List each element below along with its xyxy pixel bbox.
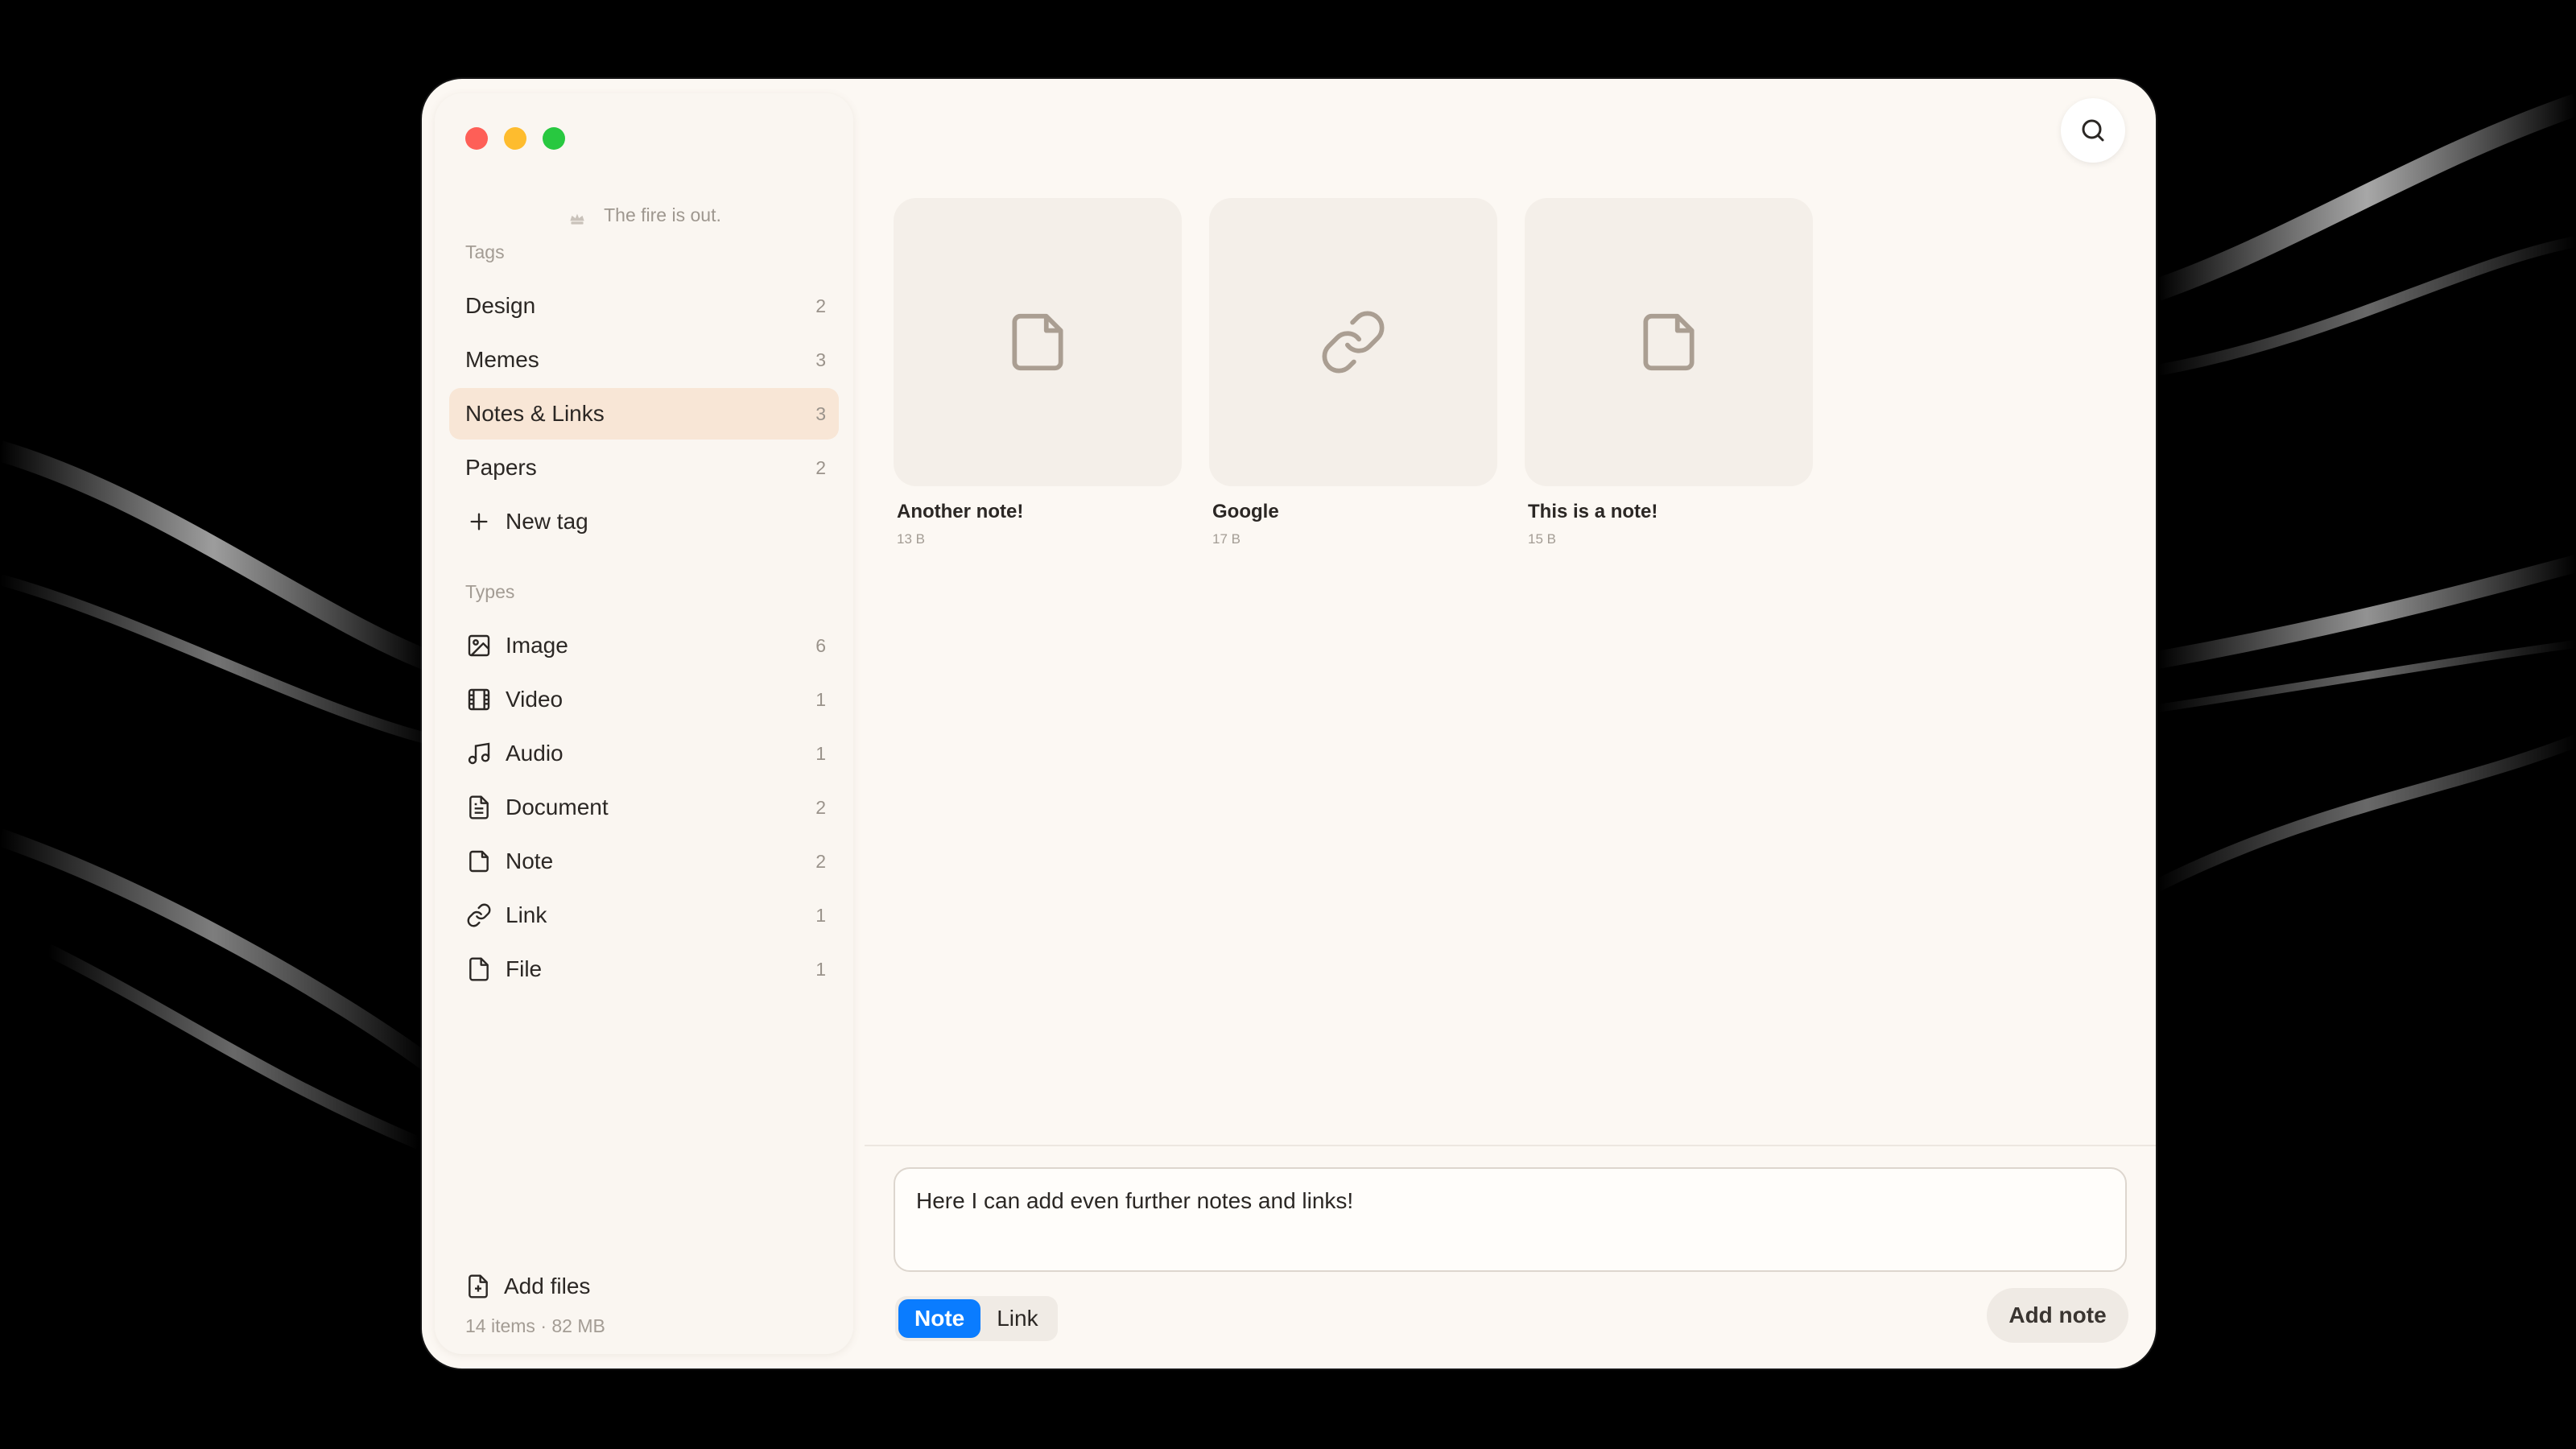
close-window-button[interactable] — [465, 127, 488, 150]
tag-item-memes[interactable]: Memes 3 — [449, 334, 839, 386]
new-tag-button[interactable]: New tag — [449, 496, 839, 547]
tag-label: Memes — [465, 347, 539, 372]
note-input[interactable]: Here I can add even further notes and li… — [894, 1167, 2127, 1272]
type-label: File — [506, 956, 543, 981]
new-tag-label: New tag — [506, 509, 588, 534]
mode-toggle: Note Link — [895, 1296, 1058, 1341]
note-icon — [1643, 313, 1695, 371]
library-stats: 14 items · 82 MB — [465, 1315, 605, 1336]
tag-item-design[interactable]: Design 2 — [449, 280, 839, 332]
type-label: Image — [506, 633, 568, 658]
tag-label: Papers — [465, 455, 537, 480]
tag-label: Design — [465, 293, 536, 318]
document-icon — [465, 794, 493, 821]
search-icon — [2082, 119, 2104, 142]
tag-label: Notes & Links — [465, 401, 605, 426]
mode-note-button[interactable]: Note — [898, 1299, 981, 1338]
item-card[interactable]: This is a note! 15 B — [1525, 198, 1813, 547]
fire-status: The fire is out. — [435, 204, 853, 228]
item-card[interactable]: Another note! 13 B — [894, 198, 1182, 547]
card-thumbnail — [1209, 198, 1497, 486]
type-count: 6 — [815, 634, 826, 656]
type-label: Video — [506, 687, 564, 712]
card-title: This is a note! — [1528, 501, 1658, 522]
add-files-label: Add files — [504, 1274, 591, 1298]
card-title: Google — [1212, 501, 1279, 522]
type-count: 2 — [815, 850, 826, 872]
card-size: 17 B — [1212, 531, 1241, 547]
type-item-image[interactable]: Image 6 — [449, 620, 839, 671]
type-count: 1 — [815, 904, 826, 926]
link-icon — [1322, 311, 1385, 374]
tag-item-papers[interactable]: Papers 2 — [449, 442, 839, 493]
type-item-file[interactable]: File 1 — [449, 943, 839, 995]
type-label: Audio — [506, 741, 564, 766]
type-count: 1 — [815, 742, 826, 764]
note-icon — [1012, 313, 1063, 371]
note-icon — [465, 848, 493, 875]
sidebar: The fire is out. Tags Design 2 Memes 3 N… — [435, 93, 853, 1354]
type-count: 1 — [815, 958, 826, 980]
minimize-window-button[interactable] — [504, 127, 526, 150]
item-card[interactable]: Google 17 B — [1209, 198, 1497, 547]
type-label: Link — [506, 902, 547, 927]
type-item-video[interactable]: Video 1 — [449, 674, 839, 725]
file-icon — [465, 956, 493, 983]
video-icon — [465, 686, 493, 713]
card-size: 15 B — [1528, 531, 1556, 547]
tag-count: 3 — [815, 349, 826, 370]
link-icon — [465, 902, 493, 929]
search-button[interactable] — [2061, 98, 2125, 163]
type-label: Document — [506, 795, 609, 819]
composer-divider — [865, 1145, 2156, 1146]
tag-count: 2 — [815, 456, 826, 478]
type-count: 1 — [815, 688, 826, 710]
audio-icon — [465, 740, 493, 767]
mode-link-button[interactable]: Link — [980, 1299, 1054, 1338]
type-item-audio[interactable]: Audio 1 — [449, 728, 839, 779]
card-title: Another note! — [897, 501, 1024, 522]
type-item-document[interactable]: Document 2 — [449, 782, 839, 833]
card-thumbnail — [1525, 198, 1813, 486]
add-files-button[interactable]: Add files — [465, 1274, 590, 1299]
tag-count: 3 — [815, 402, 826, 424]
add-file-icon — [469, 1274, 488, 1298]
card-size: 13 B — [897, 531, 925, 547]
app-window: The fire is out. Tags Design 2 Memes 3 N… — [422, 79, 2156, 1368]
image-icon — [465, 632, 493, 659]
zoom-window-button[interactable] — [543, 127, 565, 150]
fire-status-text: The fire is out. — [604, 204, 721, 225]
note-input-text: Here I can add even further notes and li… — [916, 1188, 1354, 1213]
tag-count: 2 — [815, 295, 826, 316]
plus-icon — [465, 508, 493, 535]
tag-item-notes-links[interactable]: Notes & Links 3 — [449, 388, 839, 440]
type-item-note[interactable]: Note 2 — [449, 836, 839, 887]
types-section-label: Types — [465, 581, 515, 602]
card-thumbnail — [894, 198, 1182, 486]
tags-section-label: Tags — [465, 242, 505, 262]
type-item-link[interactable]: Link 1 — [449, 890, 839, 941]
type-label: Note — [506, 848, 554, 873]
window-controls — [465, 127, 565, 150]
fire-out-icon — [570, 213, 584, 225]
type-count: 2 — [815, 796, 826, 818]
add-note-button[interactable]: Add note — [1987, 1288, 2128, 1343]
